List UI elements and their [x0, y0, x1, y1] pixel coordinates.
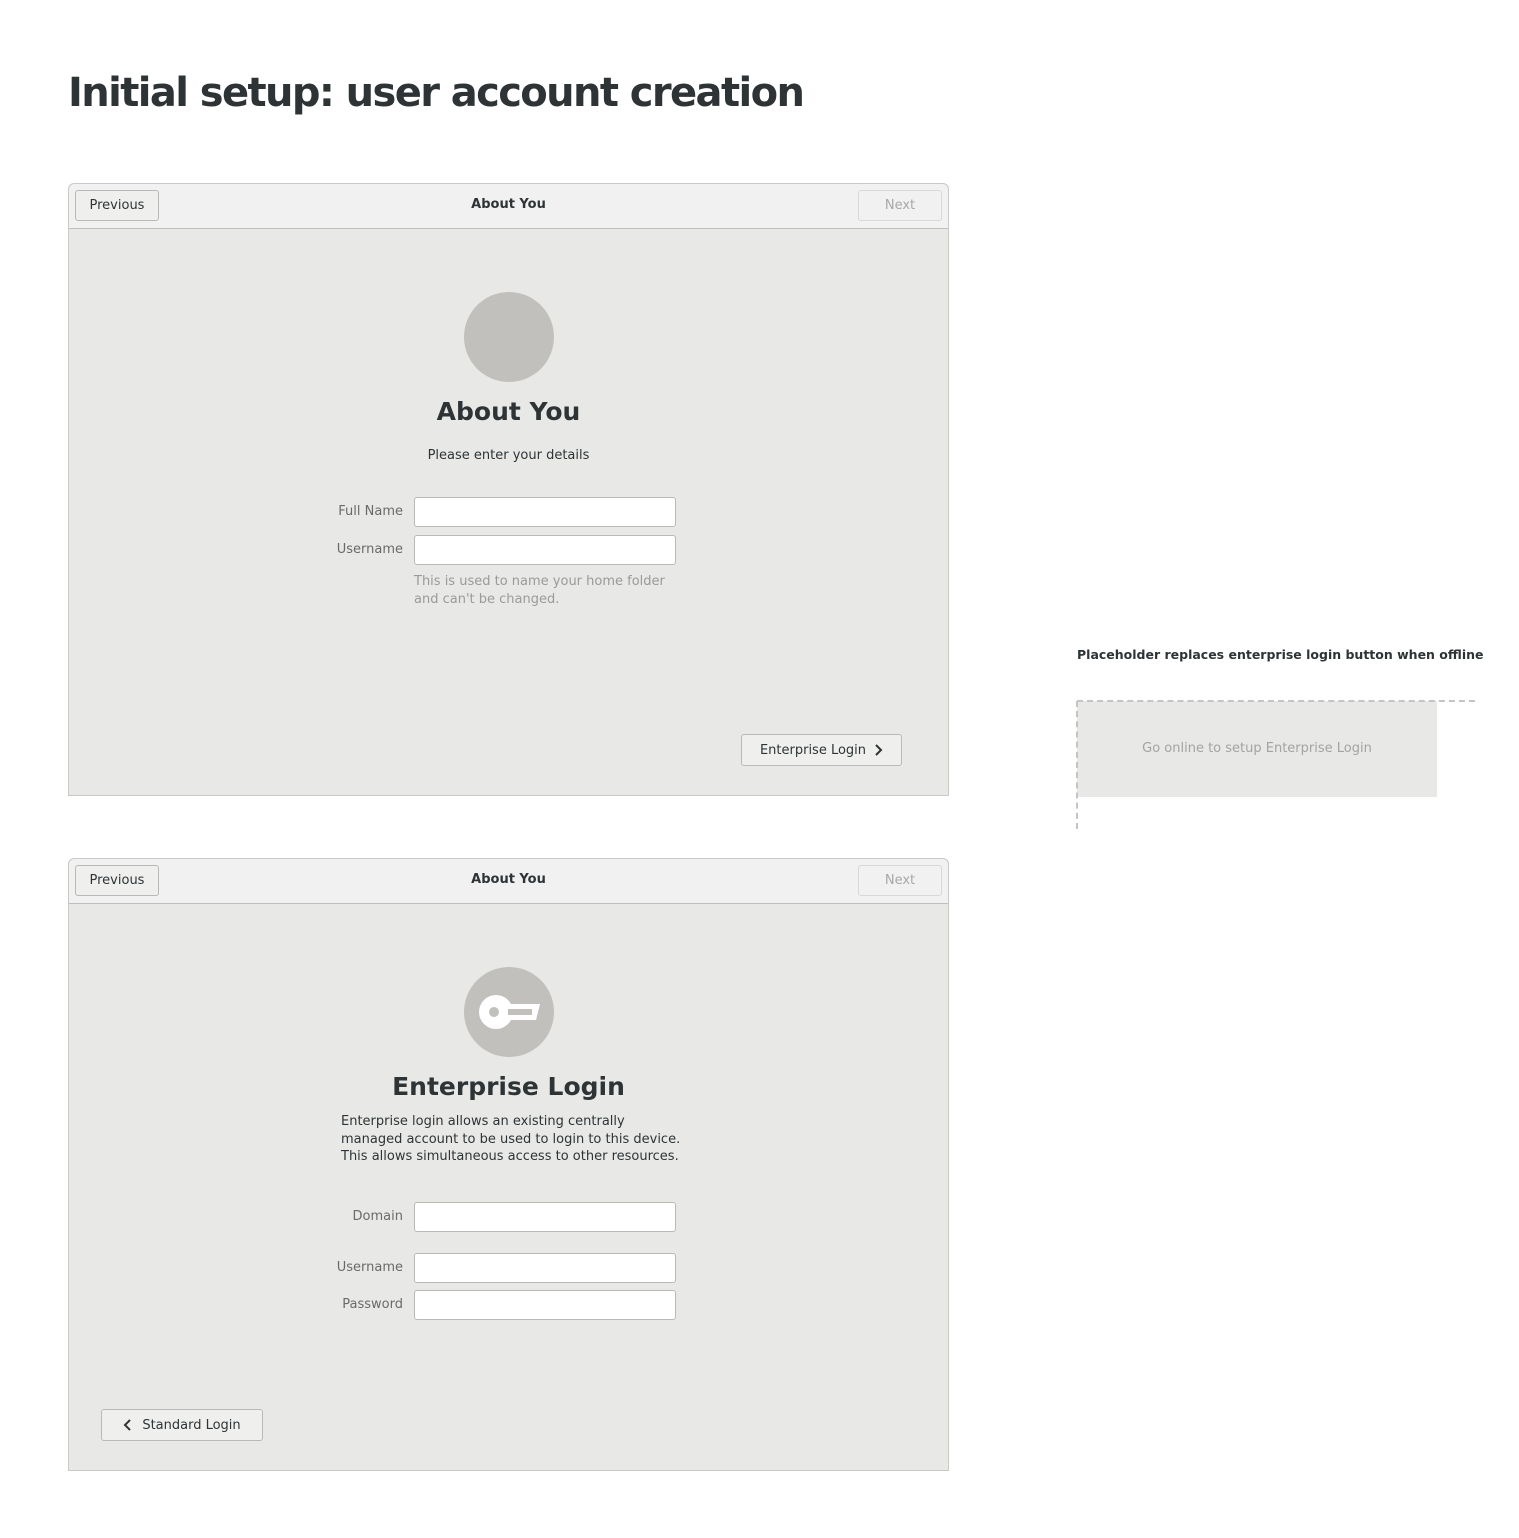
headerbar-title: About You — [471, 872, 546, 887]
password-field[interactable] — [414, 1290, 676, 1320]
username-hint: This is used to name your home folder an… — [414, 574, 665, 607]
headerbar-title: About You — [471, 197, 546, 212]
enterprise-avatar — [464, 967, 554, 1057]
enterprise-login-label: Enterprise Login — [759, 742, 867, 758]
about-you-heading: About You — [436, 397, 581, 426]
standard-login-label: Standard Login — [142, 1417, 241, 1433]
domain-field[interactable] — [414, 1202, 676, 1232]
placeholder-dashed-border-left — [1076, 701, 1078, 829]
headerbar: Previous About You Next — [69, 859, 948, 904]
about-you-window: Previous About You Next About You Please… — [68, 183, 949, 796]
enterprise-login-window: Previous About You Next Enterprise Login… — [68, 858, 949, 1471]
offline-placeholder-text: Go online to setup Enterprise Login — [1142, 741, 1372, 756]
standard-login-button[interactable]: Standard Login — [101, 1409, 263, 1441]
avatar[interactable] — [464, 292, 554, 382]
next-button[interactable]: Next — [858, 865, 942, 896]
key-icon — [479, 995, 540, 1029]
domain-label: Domain — [352, 1209, 403, 1224]
page-title: Initial setup: user account creation — [68, 70, 805, 116]
next-button[interactable]: Next — [858, 190, 942, 221]
password-label: Password — [342, 1297, 403, 1312]
username-label: Username — [336, 1260, 403, 1275]
enterprise-login-heading: Enterprise Login — [392, 1072, 625, 1101]
enterprise-login-description: Enterprise login allows an existing cent… — [341, 1114, 681, 1164]
annotation-label: Placeholder replaces enterprise login bu… — [1077, 647, 1484, 662]
enterprise-login-button[interactable]: Enterprise Login — [741, 734, 902, 766]
about-you-subtitle: Please enter your details — [427, 448, 590, 463]
offline-placeholder: Go online to setup Enterprise Login — [1077, 701, 1437, 797]
placeholder-dashed-border-top — [1077, 700, 1475, 702]
full-name-label: Full Name — [338, 504, 403, 519]
chevron-left-icon — [123, 1419, 132, 1431]
username-label: Username — [336, 542, 403, 557]
username-field[interactable] — [414, 535, 676, 565]
username-field[interactable] — [414, 1253, 676, 1283]
full-name-field[interactable] — [414, 497, 676, 527]
chevron-right-icon — [875, 744, 883, 756]
headerbar: Previous About You Next — [69, 184, 948, 229]
